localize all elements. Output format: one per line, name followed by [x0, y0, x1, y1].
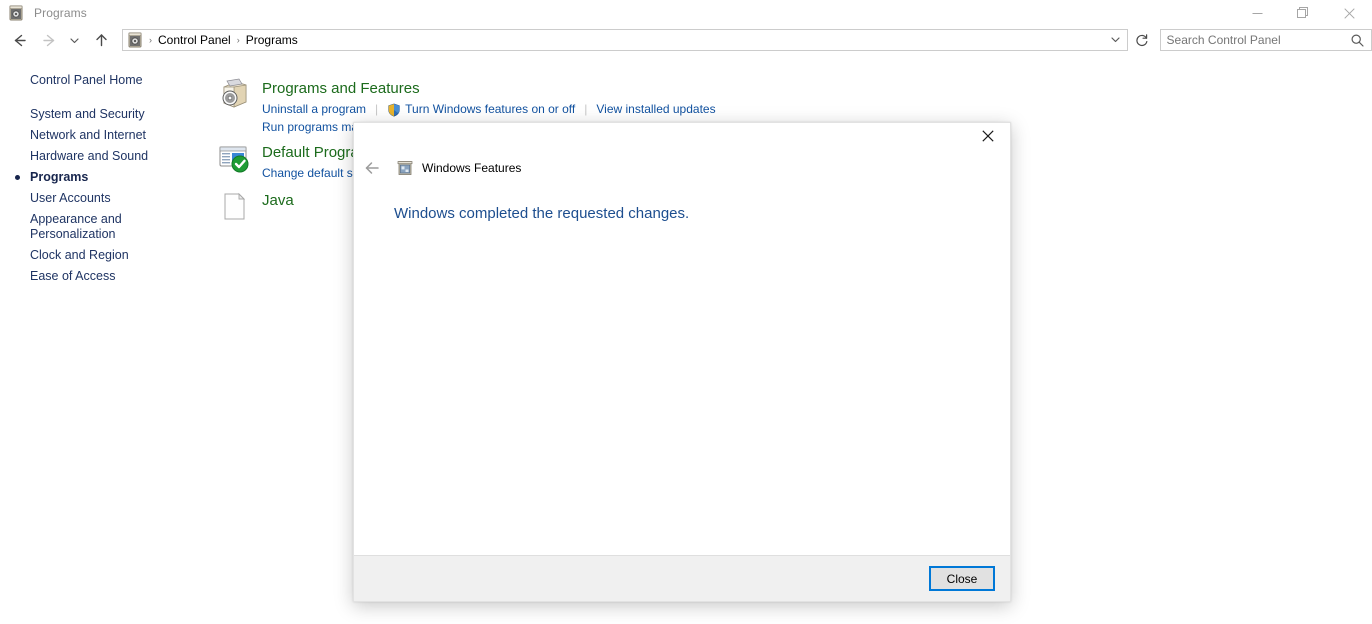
- sidebar-item-user-accounts[interactable]: User Accounts: [0, 188, 210, 209]
- sidebar-item-clock-and-region[interactable]: Clock and Region: [0, 245, 210, 266]
- category-java: Java: [218, 190, 294, 222]
- default-programs-icon: [218, 142, 250, 174]
- address-dropdown-chevron-down-icon[interactable]: [1110, 34, 1121, 47]
- close-button[interactable]: Close: [929, 566, 995, 591]
- dialog-message: Windows completed the requested changes.: [394, 205, 689, 222]
- address-bar[interactable]: › Control Panel › Programs: [122, 29, 1128, 51]
- window-title: Programs: [34, 6, 87, 20]
- breadcrumb-separator-icon[interactable]: ›: [149, 36, 152, 45]
- forward-icon: [37, 28, 61, 52]
- recent-locations-chevron-down-icon[interactable]: [65, 28, 83, 52]
- sidebar-item-appearance-and-personalization[interactable]: Appearance and Personalization: [0, 209, 210, 245]
- close-window-button[interactable]: [1326, 0, 1372, 26]
- control-panel-programs-icon: [8, 5, 24, 21]
- windows-features-icon: [397, 160, 413, 176]
- windows-features-dialog: Windows Features Windows completed the r…: [353, 122, 1011, 602]
- java-icon: [218, 190, 250, 222]
- sidebar-item-control-panel-home[interactable]: Control Panel Home: [0, 70, 210, 91]
- window-controls: [1234, 0, 1372, 26]
- link-divider: |: [375, 100, 378, 118]
- dialog-titlebar: [354, 123, 1010, 149]
- link-turn-windows-features-on-or-off[interactable]: Turn Windows features on or off: [405, 100, 575, 118]
- category-title-programs-and-features[interactable]: Programs and Features: [262, 79, 716, 98]
- minimize-button[interactable]: [1234, 0, 1280, 26]
- up-one-level-icon[interactable]: [89, 28, 113, 52]
- dialog-footer: Close: [354, 555, 1010, 601]
- link-uninstall-a-program[interactable]: Uninstall a program: [262, 100, 366, 118]
- sidebar-item-network-and-internet[interactable]: Network and Internet: [0, 125, 210, 146]
- maximize-restore-button[interactable]: [1280, 0, 1326, 26]
- search-icon[interactable]: [1350, 33, 1365, 53]
- navigation-bar: › Control Panel › Programs Search Contro…: [0, 26, 1372, 54]
- search-input[interactable]: Search Control Panel: [1160, 29, 1372, 51]
- category-title-java[interactable]: Java: [262, 191, 294, 210]
- breadcrumb-separator-icon[interactable]: ›: [237, 36, 240, 45]
- sidebar-item-hardware-and-sound[interactable]: Hardware and Sound: [0, 146, 210, 167]
- dialog-close-icon[interactable]: [965, 123, 1010, 149]
- sidebar: Control Panel Home System and Security N…: [0, 54, 210, 624]
- sidebar-item-programs[interactable]: Programs: [0, 167, 210, 188]
- dialog-back-icon[interactable]: [360, 156, 384, 180]
- content-area: Control Panel Home System and Security N…: [0, 54, 1372, 624]
- refresh-icon[interactable]: [1130, 29, 1154, 51]
- breadcrumb-item-control-panel[interactable]: Control Panel: [158, 33, 231, 47]
- breadcrumb-item-programs[interactable]: Programs: [246, 33, 298, 47]
- search-placeholder: Search Control Panel: [1167, 33, 1281, 47]
- programs-and-features-icon: [218, 78, 250, 110]
- dialog-title: Windows Features: [422, 161, 521, 175]
- shield-icon: [387, 103, 401, 117]
- category-links-row-1: Uninstall a program | Turn Windows featu…: [262, 100, 716, 118]
- sidebar-item-ease-of-access[interactable]: Ease of Access: [0, 266, 210, 287]
- sidebar-item-system-and-security[interactable]: System and Security: [0, 104, 210, 125]
- breadcrumb-control-panel-icon[interactable]: [127, 32, 143, 48]
- dialog-header: Windows Features: [354, 153, 1010, 183]
- window-titlebar: Programs: [0, 0, 1372, 26]
- link-view-installed-updates[interactable]: View installed updates: [596, 100, 715, 118]
- link-divider: |: [584, 100, 587, 118]
- back-icon[interactable]: [7, 28, 31, 52]
